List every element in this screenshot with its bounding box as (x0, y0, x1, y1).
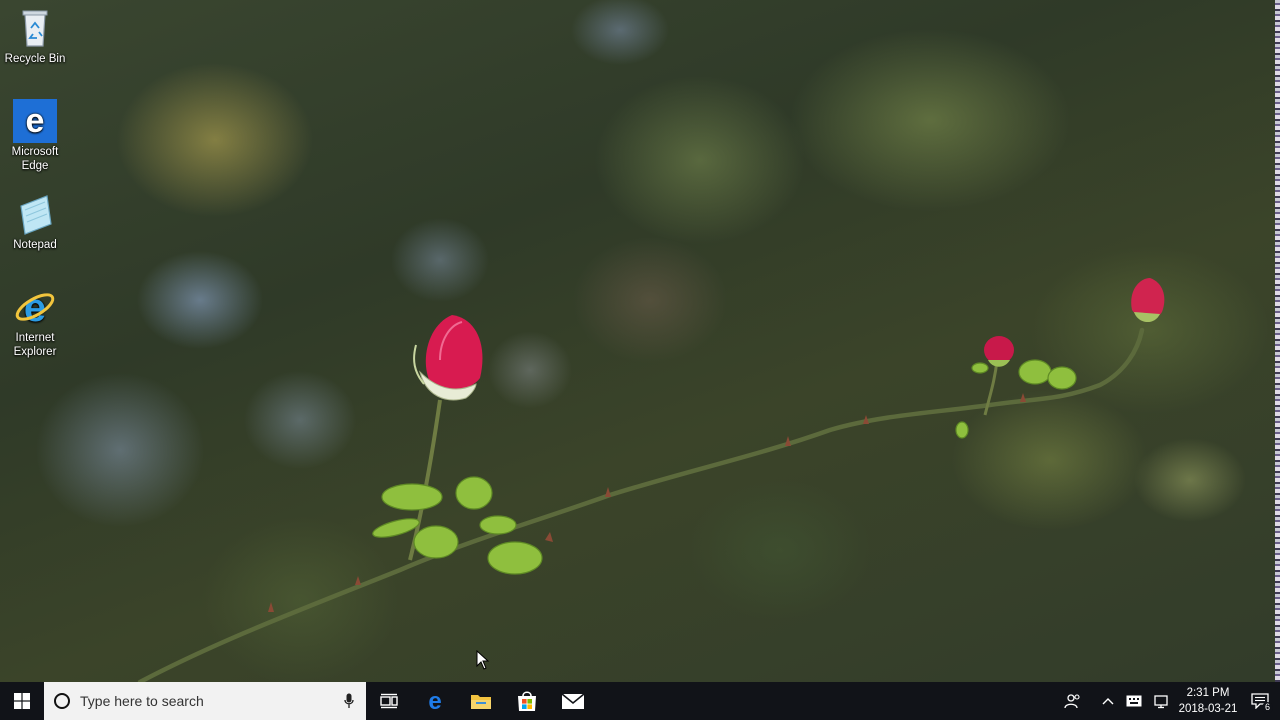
mouse-cursor (476, 649, 490, 675)
people-icon (1064, 694, 1080, 709)
taskbar: Type here to search e 2:31 PM 2018-03-21… (0, 682, 1280, 720)
taskbar-edge-button[interactable]: e (412, 682, 458, 720)
task-view-icon (380, 693, 398, 709)
desktop-icon-microsoft-edge[interactable]: e Microsoft Edge (1, 99, 69, 173)
svg-text:e: e (24, 286, 46, 329)
desktop-icon-recycle-bin[interactable]: Recycle Bin (1, 6, 69, 66)
people-button[interactable] (1058, 682, 1088, 720)
desktop-icon-label: Notepad (13, 239, 57, 251)
svg-text:e: e (26, 102, 45, 140)
keyboard-icon (1126, 695, 1142, 707)
desktop-wallpaper (0, 0, 1280, 682)
recycle-bin-icon (13, 6, 57, 50)
screen-edge-artifact (1275, 0, 1280, 682)
network-button[interactable] (1148, 682, 1176, 720)
input-indicator[interactable] (1120, 682, 1148, 720)
show-hidden-icons-button[interactable] (1096, 682, 1120, 720)
desktop-icon-label: Internet Explorer (13, 332, 57, 358)
microphone-icon[interactable] (344, 693, 354, 714)
notification-count-badge: 6 (1262, 702, 1273, 713)
edge-icon: e (13, 99, 57, 143)
store-icon (518, 691, 536, 711)
taskbar-store-button[interactable] (504, 682, 550, 720)
network-icon (1154, 695, 1168, 709)
file-explorer-icon (471, 695, 491, 709)
taskbar-clock[interactable]: 2:31 PM 2018-03-21 (1176, 685, 1240, 717)
chevron-up-icon (1102, 698, 1114, 705)
desktop-icon-notepad[interactable]: Notepad (1, 192, 69, 252)
notepad-icon (13, 192, 57, 236)
taskbar-search-box[interactable]: Type here to search (44, 682, 366, 720)
windows-logo-icon (14, 693, 30, 709)
system-tray: 2:31 PM 2018-03-21 6 (1058, 682, 1280, 720)
search-placeholder: Type here to search (80, 693, 204, 709)
desktop-icon-internet-explorer[interactable]: e Internet Explorer (1, 285, 69, 359)
clock-date: 2018-03-21 (1178, 703, 1238, 715)
taskbar-mail-button[interactable] (550, 682, 596, 720)
task-view-button[interactable] (366, 682, 412, 720)
action-center-button[interactable]: 6 (1240, 682, 1280, 720)
internet-explorer-icon: e (13, 285, 57, 330)
rose-branch-image (137, 278, 1165, 682)
desktop-icon-label: Recycle Bin (4, 53, 66, 65)
cortana-icon (54, 693, 70, 709)
svg-text:e: e (428, 690, 441, 712)
clock-time: 2:31 PM (1186, 687, 1230, 699)
mail-icon (561, 693, 585, 709)
edge-icon: e (428, 690, 441, 712)
start-button[interactable] (0, 682, 44, 720)
taskbar-file-explorer-button[interactable] (458, 682, 504, 720)
desktop-icon-label: Microsoft Edge (11, 146, 59, 172)
